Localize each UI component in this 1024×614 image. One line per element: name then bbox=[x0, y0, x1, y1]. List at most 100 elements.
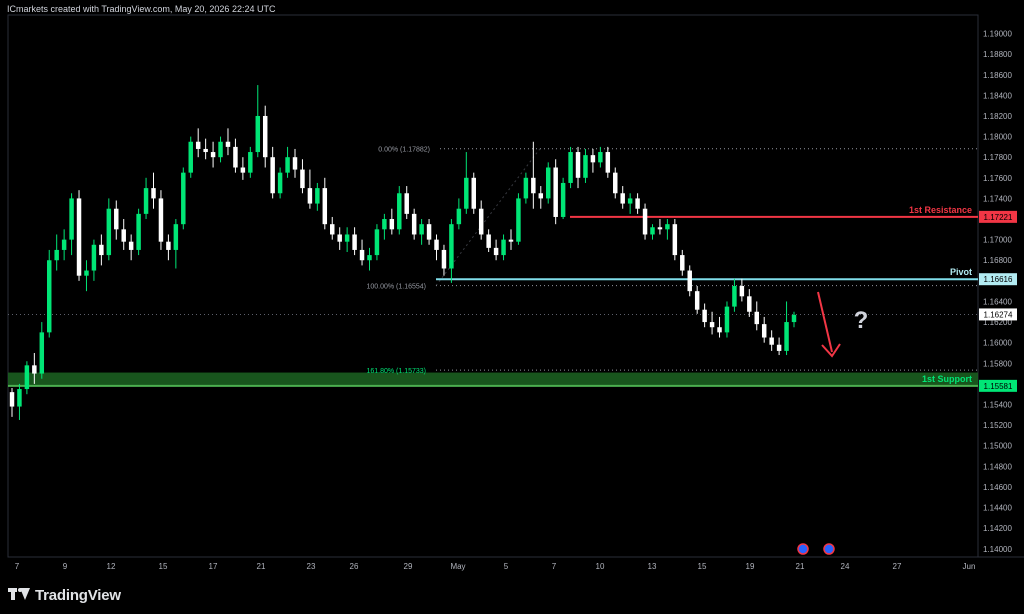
candle-body bbox=[575, 152, 581, 178]
candle-body bbox=[69, 198, 74, 240]
x-tick-label: 15 bbox=[159, 562, 168, 571]
candle-body bbox=[255, 115, 261, 153]
fib-label: 0.00% (1.17882) bbox=[378, 147, 430, 154]
candle-body bbox=[694, 291, 700, 310]
candle-body bbox=[389, 219, 395, 230]
x-tick-label: 19 bbox=[746, 562, 755, 571]
candle-body bbox=[471, 177, 476, 209]
candle-body bbox=[761, 324, 767, 338]
y-tick-label: 1.14000 bbox=[983, 545, 1012, 554]
x-tick-label: 13 bbox=[648, 562, 657, 571]
event-marker-icon[interactable] bbox=[823, 543, 835, 555]
y-tick-label: 1.18000 bbox=[983, 133, 1012, 142]
candle-body bbox=[61, 239, 67, 250]
candle-body bbox=[523, 177, 529, 199]
level-label: 1st Support bbox=[922, 374, 972, 384]
candle-body bbox=[39, 332, 45, 374]
candle-body bbox=[382, 219, 387, 230]
x-tick-label: 7 bbox=[15, 562, 20, 571]
candle-body bbox=[590, 155, 596, 163]
level-price-text: 1.15581 bbox=[984, 382, 1013, 391]
x-tick-label: 21 bbox=[257, 562, 266, 571]
candle-body bbox=[486, 234, 491, 248]
y-tick-label: 1.15000 bbox=[983, 442, 1012, 451]
candle-body bbox=[583, 155, 588, 178]
current-price-text: 1.16274 bbox=[984, 310, 1013, 319]
x-tick-label: 15 bbox=[698, 562, 707, 571]
candle-body bbox=[732, 286, 737, 307]
candle-body bbox=[724, 306, 730, 333]
support-zone bbox=[8, 372, 978, 386]
level-price-text: 1.17221 bbox=[984, 213, 1013, 222]
y-tick-label: 1.19000 bbox=[983, 30, 1012, 39]
candle-body bbox=[605, 152, 611, 173]
candle-body bbox=[613, 172, 618, 194]
event-marker-icon[interactable] bbox=[797, 543, 809, 555]
candle-body bbox=[493, 247, 499, 256]
y-tick-label: 1.15200 bbox=[983, 421, 1012, 430]
candle-body bbox=[84, 270, 89, 276]
candle-body bbox=[136, 213, 141, 250]
candle-body bbox=[478, 208, 484, 235]
candle-body bbox=[545, 167, 551, 199]
y-tick-label: 1.18200 bbox=[983, 112, 1012, 121]
level-label: Pivot bbox=[950, 267, 972, 277]
y-tick-label: 1.18400 bbox=[983, 91, 1012, 100]
candle-body bbox=[419, 224, 424, 235]
candle-body bbox=[754, 311, 759, 325]
y-tick-label: 1.14400 bbox=[983, 504, 1012, 513]
candle-body bbox=[17, 389, 22, 407]
candle-body bbox=[426, 224, 432, 240]
candle-body bbox=[516, 198, 521, 242]
brand: TradingView bbox=[8, 585, 121, 605]
y-tick-label: 1.17000 bbox=[983, 236, 1012, 245]
candle-body bbox=[128, 241, 134, 250]
tradingview-logo-icon bbox=[8, 588, 30, 602]
candle-body bbox=[91, 244, 97, 271]
x-tick-label: Jun bbox=[963, 562, 976, 571]
candle-body bbox=[188, 141, 193, 173]
y-tick-label: 1.15800 bbox=[983, 359, 1012, 368]
x-tick-label: 21 bbox=[796, 562, 805, 571]
candle-body bbox=[449, 224, 454, 269]
candle-body bbox=[47, 260, 52, 333]
candle-body bbox=[210, 152, 216, 158]
candle-body bbox=[233, 146, 238, 168]
candle-body bbox=[531, 177, 536, 194]
candle-body bbox=[456, 208, 462, 225]
candle-body bbox=[307, 188, 313, 204]
x-tick-label: 29 bbox=[404, 562, 413, 571]
candle-body bbox=[121, 229, 126, 242]
fib-label: 161.80% (1.15733) bbox=[366, 368, 426, 375]
candle-body bbox=[99, 244, 104, 256]
y-tick-label: 1.14600 bbox=[983, 483, 1012, 492]
candle-body bbox=[709, 322, 715, 328]
candle-body bbox=[560, 182, 566, 217]
candle-body bbox=[672, 224, 678, 256]
y-tick-label: 1.17600 bbox=[983, 174, 1012, 183]
candle-body bbox=[337, 234, 342, 242]
level-price-text: 1.16616 bbox=[984, 275, 1013, 284]
candle-body bbox=[411, 213, 417, 235]
candle-body bbox=[784, 322, 789, 351]
candle-body bbox=[24, 365, 30, 390]
candle-body bbox=[739, 286, 745, 297]
x-tick-label: May bbox=[450, 562, 465, 571]
candle-body bbox=[635, 198, 640, 209]
candle-body bbox=[248, 152, 253, 173]
price-chart[interactable]: 1.19000 1.18800 1.18600 1.18400 1.18200 1.180… bbox=[0, 0, 1024, 614]
candle-body bbox=[285, 157, 290, 173]
x-tick-label: 23 bbox=[307, 562, 316, 571]
candle-body bbox=[32, 365, 37, 374]
candle-body bbox=[262, 115, 268, 158]
chart-window: ICmarkets created with TradingView.com, … bbox=[0, 0, 1024, 614]
y-tick-label: 1.16800 bbox=[983, 256, 1012, 265]
candle-body bbox=[441, 249, 447, 269]
candle-body bbox=[650, 227, 655, 235]
candle-body bbox=[203, 148, 208, 153]
x-tick-label: 9 bbox=[63, 562, 68, 571]
y-tick-label: 1.16000 bbox=[983, 339, 1012, 348]
candle-body bbox=[553, 167, 558, 217]
y-tick-label: 1.14800 bbox=[983, 462, 1012, 471]
candle-body bbox=[680, 255, 685, 271]
